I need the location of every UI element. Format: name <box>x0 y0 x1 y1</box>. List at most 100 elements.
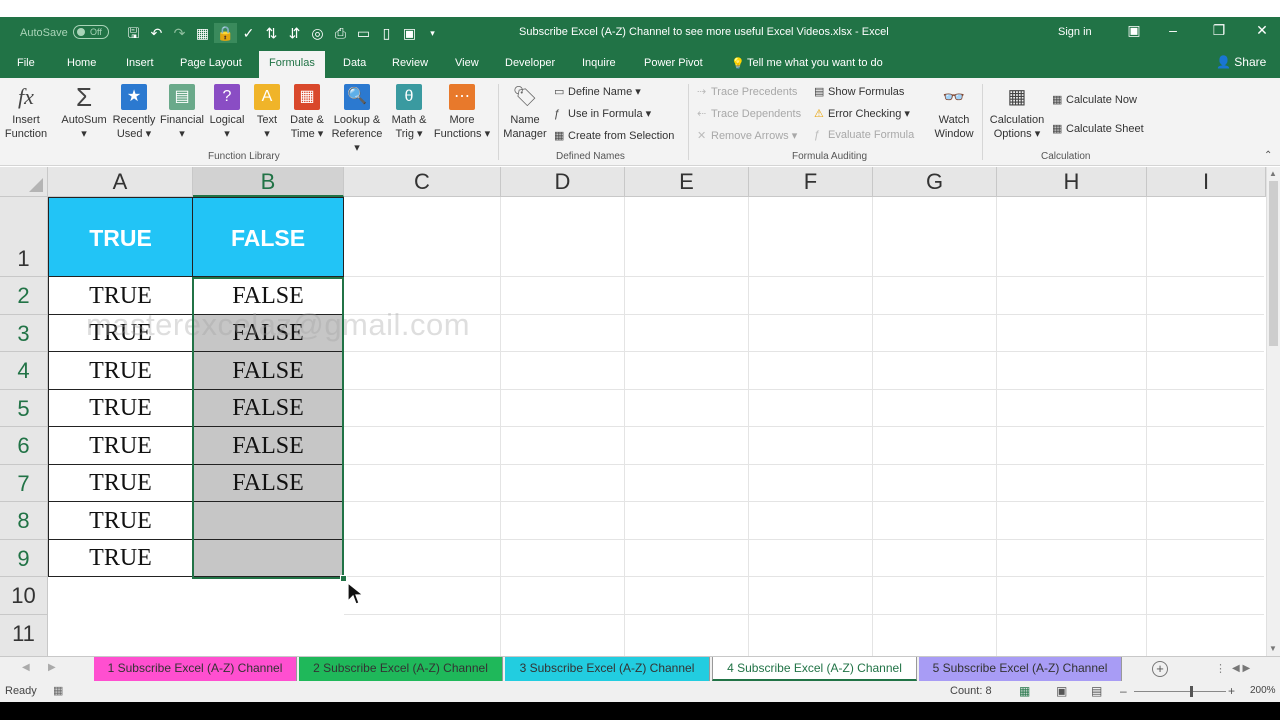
autosum-button[interactable]: Σ AutoSum ▾ <box>59 84 109 141</box>
cell-a6[interactable]: TRUE <box>48 427 193 465</box>
create-from-selection-button[interactable]: ▦ Create from Selection <box>554 129 674 142</box>
name-manager-button[interactable]: 🏷 Name Manager <box>500 84 550 141</box>
next-sheet-icon[interactable]: ▶ <box>48 662 56 673</box>
text-button[interactable]: A Text ▾ <box>250 84 284 141</box>
row-header-8[interactable]: 8 <box>0 502 48 540</box>
tab-inquire[interactable]: Inquire <box>582 57 616 69</box>
vertical-scrollbar[interactable]: ▲ ▼ <box>1266 167 1280 656</box>
recently-used-button[interactable]: ★ Recently Used ▾ <box>110 84 158 141</box>
calculation-options-button[interactable]: ▦ Calculation Options ▾ <box>986 84 1048 141</box>
prev-sheet-icon[interactable]: ◀ <box>22 662 30 673</box>
evaluate-formula-button[interactable]: ƒ Evaluate Formula <box>814 129 914 141</box>
cell-a4[interactable]: TRUE <box>48 352 193 390</box>
error-checking-button[interactable]: ⚠ Error Checking ▾ <box>814 107 910 120</box>
tab-formulas[interactable]: Formulas <box>259 51 325 78</box>
ribbon-display-icon[interactable]: ▣ <box>1124 22 1144 39</box>
watch-window-button[interactable]: 👓 Watch Window <box>930 84 978 141</box>
scrollbar-thumb[interactable] <box>1269 181 1278 346</box>
cell-a7[interactable]: TRUE <box>48 465 193 502</box>
print-icon[interactable]: ⎙ <box>329 23 352 43</box>
remove-arrows-button[interactable]: ✕ Remove Arrows ▾ <box>697 129 797 142</box>
row-header-6[interactable]: 6 <box>0 427 48 465</box>
close-icon[interactable]: ✕ <box>1252 22 1272 39</box>
column-header-e[interactable]: E <box>625 167 749 197</box>
use-in-formula-button[interactable]: ƒ Use in Formula ▾ <box>554 107 651 120</box>
column-header-d[interactable]: D <box>501 167 625 197</box>
row-header-7[interactable]: 7 <box>0 465 48 502</box>
new-file-icon[interactable]: ▯ <box>375 23 398 43</box>
sort-asc-icon[interactable]: ⇅ <box>260 23 283 43</box>
column-header-c[interactable]: C <box>344 167 501 197</box>
select-all-button[interactable] <box>0 167 48 197</box>
row-header-2[interactable]: 2 <box>0 277 48 315</box>
sheet-tab-2[interactable]: 2 Subscribe Excel (A-Z) Channel <box>299 657 503 681</box>
worksheet-grid[interactable]: A B C D E F G H I 1 2 3 4 5 6 7 8 9 10 1… <box>0 167 1280 656</box>
tab-insert[interactable]: Insert <box>126 57 154 69</box>
autosave-toggle[interactable]: Off <box>73 25 109 39</box>
cell-b1[interactable]: FALSE <box>193 197 344 277</box>
lookup-reference-button[interactable]: 🔍 Lookup & Reference ▾ <box>328 84 386 155</box>
logical-button[interactable]: ? Logical ▾ <box>206 84 248 141</box>
save-icon[interactable]: 🖫 <box>122 23 145 43</box>
column-header-b[interactable]: B <box>193 167 344 197</box>
tab-view[interactable]: View <box>455 57 479 69</box>
cell-a5[interactable]: TRUE <box>48 390 193 427</box>
camera-icon[interactable]: ◎ <box>306 23 329 43</box>
zoom-slider-knob[interactable] <box>1190 686 1193 697</box>
open-folder-icon[interactable]: ▭ <box>352 23 375 43</box>
define-name-button[interactable]: ▭ Define Name ▾ <box>554 85 641 98</box>
cell-a1[interactable]: TRUE <box>48 197 193 277</box>
row-header-3[interactable]: 3 <box>0 315 48 352</box>
row-header-1[interactable]: 1 <box>0 197 48 277</box>
normal-view-icon[interactable]: ▦ <box>1019 684 1030 698</box>
undo-icon[interactable]: ↶ <box>145 23 168 43</box>
cell-a9[interactable]: TRUE <box>48 540 193 577</box>
add-sheet-icon[interactable]: + <box>1152 661 1168 677</box>
math-trig-button[interactable]: θ Math & Trig ▾ <box>386 84 432 141</box>
date-time-button[interactable]: ▦ Date & Time ▾ <box>284 84 330 141</box>
column-header-a[interactable]: A <box>48 167 193 197</box>
form-icon[interactable]: ▦ <box>191 23 214 43</box>
macro-record-icon[interactable]: ▦ <box>53 684 63 697</box>
sheet-tab-1[interactable]: 1 Subscribe Excel (A-Z) Channel <box>94 657 297 681</box>
table-icon[interactable]: ▣ <box>398 23 421 43</box>
trace-dependents-button[interactable]: ⇠ Trace Dependents <box>697 107 801 120</box>
zoom-slider[interactable] <box>1134 691 1226 692</box>
page-break-view-icon[interactable]: ▤ <box>1091 684 1102 698</box>
column-header-f[interactable]: F <box>749 167 873 197</box>
row-header-5[interactable]: 5 <box>0 390 48 427</box>
sort-desc-icon[interactable]: ⇵ <box>283 23 306 43</box>
spellcheck-icon[interactable]: ✓ <box>237 23 260 43</box>
tab-developer[interactable]: Developer <box>505 57 555 69</box>
collapse-ribbon-icon[interactable]: ⌃ <box>1264 150 1272 161</box>
calculate-sheet-button[interactable]: ▦ Calculate Sheet <box>1052 122 1144 135</box>
cell-a8[interactable]: TRUE <box>48 502 193 540</box>
trace-precedents-button[interactable]: ⇢ Trace Precedents <box>697 85 797 98</box>
sheet-tab-3[interactable]: 3 Subscribe Excel (A-Z) Channel <box>505 657 710 681</box>
row-header-9[interactable]: 9 <box>0 540 48 577</box>
tab-file[interactable]: File <box>17 57 35 69</box>
tab-review[interactable]: Review <box>392 57 428 69</box>
customize-qat-icon[interactable]: ▾ <box>421 23 444 43</box>
sign-in-link[interactable]: Sign in <box>1058 26 1092 38</box>
tab-power-pivot[interactable]: Power Pivot <box>644 57 703 69</box>
insert-function-button[interactable]: fx Insert Function <box>3 84 49 141</box>
tab-data[interactable]: Data <box>343 57 366 69</box>
zoom-in-icon[interactable]: + <box>1228 684 1235 698</box>
lock-icon[interactable]: 🔒 <box>214 23 237 43</box>
restore-icon[interactable]: ❐ <box>1209 22 1229 39</box>
more-functions-button[interactable]: ⋯ More Functions ▾ <box>432 84 492 141</box>
calculate-now-button[interactable]: ▦ Calculate Now <box>1052 93 1137 106</box>
show-formulas-button[interactable]: ▤ Show Formulas <box>814 85 904 98</box>
row-header-10[interactable]: 10 <box>0 577 48 615</box>
tell-me-box[interactable]: Tell me what you want to do <box>747 57 883 69</box>
row-header-11[interactable]: 11 <box>0 615 48 656</box>
tab-page-layout[interactable]: Page Layout <box>180 57 242 69</box>
tab-home[interactable]: Home <box>67 57 96 69</box>
financial-button[interactable]: ▤ Financial ▾ <box>158 84 206 141</box>
more-options-icon[interactable]: ⋮ <box>1215 662 1226 675</box>
column-header-g[interactable]: G <box>873 167 997 197</box>
minimize-icon[interactable]: – <box>1163 22 1183 38</box>
column-header-i[interactable]: I <box>1147 167 1266 197</box>
column-header-h[interactable]: H <box>997 167 1147 197</box>
